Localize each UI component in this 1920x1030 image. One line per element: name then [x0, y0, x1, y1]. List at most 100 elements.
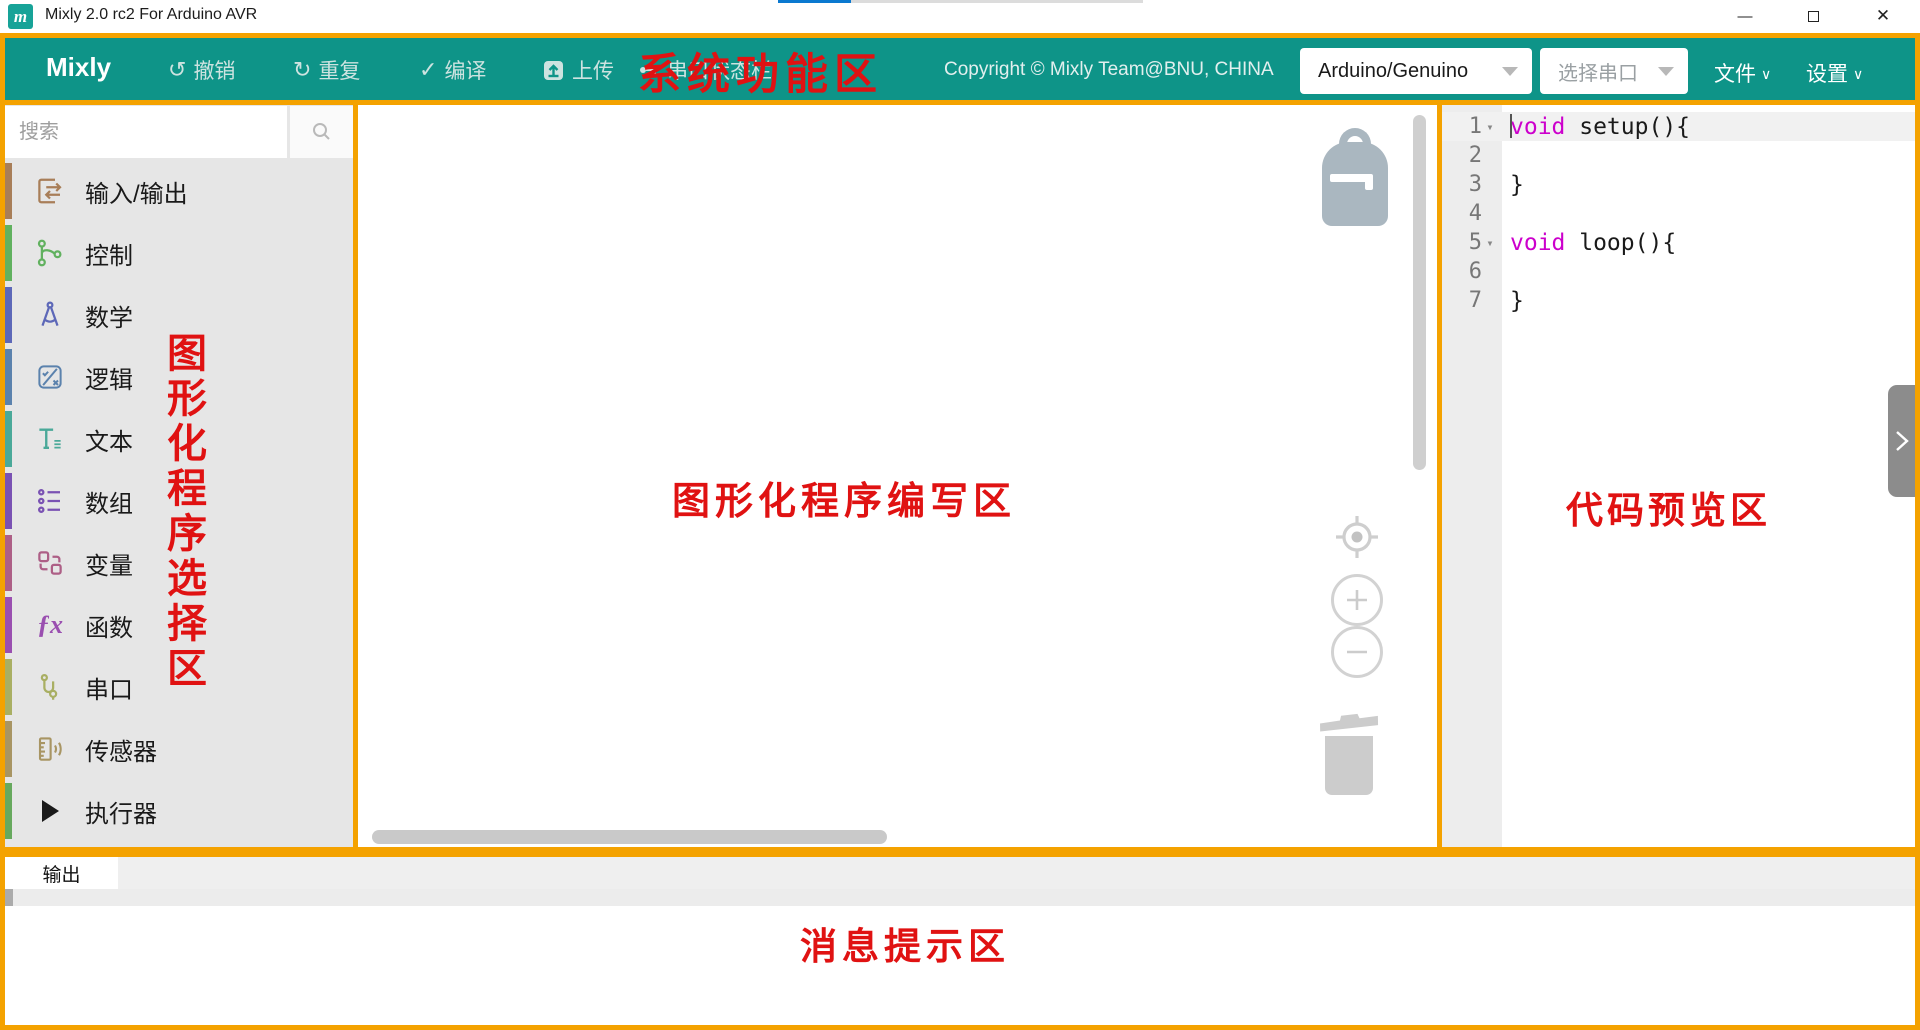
- file-menu-label: 文件: [1714, 58, 1756, 88]
- code-line: 2: [1442, 141, 1915, 170]
- sidebar-item-function[interactable]: ƒx 函数: [5, 594, 353, 656]
- category-color-bar: [5, 473, 12, 529]
- code-line: 4: [1442, 199, 1915, 228]
- sidebar-item-control[interactable]: 控制: [5, 222, 353, 284]
- panel-expander-handle[interactable]: [1888, 385, 1915, 497]
- upload-button[interactable]: 上传: [542, 55, 614, 85]
- category-color-bar: [5, 783, 12, 839]
- mixly-brand: Mixly: [46, 52, 111, 83]
- category-color-bar: [5, 535, 12, 591]
- undo-button[interactable]: ↺ 撤销: [168, 55, 235, 85]
- line-number: 1: [1442, 114, 1482, 139]
- serial-status-button[interactable]: 串口状态栏: [638, 55, 772, 85]
- maximize-button[interactable]: [1790, 0, 1836, 32]
- code-line: 3}: [1442, 170, 1915, 199]
- category-color-bar: [5, 163, 12, 219]
- board-select-dropdown[interactable]: Arduino/Genuino: [1300, 48, 1532, 94]
- sidebar-item-label: 输入/输出: [85, 174, 188, 209]
- category-color-bar: [5, 225, 12, 281]
- trash-icon[interactable]: [1316, 704, 1382, 798]
- fold-arrow-icon[interactable]: ▾: [1482, 120, 1498, 134]
- io-icon: [33, 174, 67, 208]
- text-cursor: [1510, 114, 1512, 138]
- undo-icon: ↺: [168, 59, 186, 81]
- search-input[interactable]: [5, 106, 287, 158]
- canvas-horizontal-scrollbar[interactable]: [372, 830, 887, 844]
- settings-menu[interactable]: 设置 ∨: [1806, 58, 1863, 88]
- line-number: 4: [1442, 201, 1482, 226]
- sidebar-item-label: 数组: [85, 484, 133, 519]
- code-line: 6: [1442, 257, 1915, 286]
- output-scroll-track: [5, 889, 1915, 906]
- redo-label: 重复: [318, 55, 360, 85]
- backpack-icon[interactable]: [1322, 128, 1388, 226]
- titlebar: m Mixly 2.0 rc2 For Arduino AVR — ✕: [0, 0, 1920, 33]
- code-preview-pane: 1▾void setup(){ 2 3} 4 5▾void loop(){ 6 …: [1442, 112, 1915, 315]
- fold-arrow-icon[interactable]: ▾: [1482, 236, 1498, 250]
- zoom-in-button[interactable]: [1331, 574, 1383, 626]
- settings-menu-label: 设置: [1806, 58, 1848, 88]
- redo-icon: ↻: [293, 59, 311, 81]
- output-scroll-thumb[interactable]: [5, 889, 13, 906]
- control-icon: [33, 236, 67, 270]
- crosshair-icon: [1334, 514, 1380, 560]
- sidebar-item-text[interactable]: 文本: [5, 408, 353, 470]
- serial-node-icon: [638, 59, 660, 81]
- chevron-right-icon: [1893, 428, 1911, 454]
- tab-output[interactable]: 输出: [5, 857, 118, 889]
- code-line: 1▾void setup(){: [1442, 112, 1915, 141]
- line-number: 2: [1442, 143, 1482, 168]
- upload-icon: [542, 59, 565, 82]
- math-icon: [33, 298, 67, 332]
- serial-status-label: 串口状态栏: [667, 55, 772, 85]
- block-category-list: 输入/输出 控制 数学: [5, 160, 353, 842]
- maximize-icon: [1808, 11, 1819, 22]
- canvas-vertical-scrollbar[interactable]: [1413, 115, 1426, 470]
- sidebar-item-array[interactable]: 数组: [5, 470, 353, 532]
- sidebar-item-io[interactable]: 输入/输出: [5, 160, 353, 222]
- chevron-down-icon: ∨: [1853, 66, 1863, 83]
- plus-icon: [1343, 586, 1371, 614]
- line-number: 3: [1442, 172, 1482, 197]
- undo-label: 撤销: [193, 55, 235, 85]
- compile-button[interactable]: ✓ 编译: [419, 55, 486, 85]
- chevron-down-icon: ∨: [1761, 66, 1771, 83]
- code-line: 5▾void loop(){: [1442, 228, 1915, 257]
- blockly-workspace-region[interactable]: [353, 100, 1442, 852]
- board-select-value: Arduino/Genuino: [1318, 60, 1468, 83]
- code-line: 7}: [1442, 286, 1915, 315]
- center-view-button[interactable]: [1334, 514, 1380, 560]
- sidebar-item-label: 数学: [85, 298, 133, 333]
- sidebar-item-label: 串口: [85, 670, 133, 705]
- zoom-out-button[interactable]: [1331, 626, 1383, 678]
- compile-label: 编译: [444, 55, 486, 85]
- sidebar-item-logic[interactable]: 逻辑: [5, 346, 353, 408]
- search-button[interactable]: [290, 106, 353, 158]
- sidebar-item-math[interactable]: 数学: [5, 284, 353, 346]
- sidebar-item-label: 函数: [85, 608, 133, 643]
- logic-icon: [33, 360, 67, 394]
- line-number: 5: [1442, 230, 1482, 255]
- sidebar-item-variable[interactable]: 变量: [5, 532, 353, 594]
- sidebar-item-serial[interactable]: 串口: [5, 656, 353, 718]
- window-title: Mixly 2.0 rc2 For Arduino AVR: [45, 6, 257, 24]
- close-button[interactable]: ✕: [1860, 0, 1906, 32]
- titlebar-progress-strip-gray: [851, 0, 1143, 3]
- variable-icon: [33, 546, 67, 580]
- actuator-expand-icon: [33, 794, 67, 828]
- sidebar-item-label: 传感器: [85, 732, 157, 767]
- category-color-bar: [5, 659, 12, 715]
- mixly-logo-icon: m: [8, 4, 33, 29]
- minimize-button[interactable]: —: [1722, 0, 1768, 32]
- file-menu[interactable]: 文件 ∨: [1714, 58, 1771, 88]
- redo-button[interactable]: ↻ 重复: [293, 55, 360, 85]
- port-select-dropdown[interactable]: 选择串口: [1540, 48, 1688, 94]
- category-color-bar: [5, 349, 12, 405]
- line-number: 7: [1442, 288, 1482, 313]
- titlebar-progress-strip-blue: [778, 0, 851, 3]
- sidebar-item-label: 变量: [85, 546, 133, 581]
- mixly-app-window: m Mixly 2.0 rc2 For Arduino AVR — ✕ Mixl…: [0, 0, 1920, 1030]
- sidebar-item-sensor[interactable]: 传感器: [5, 718, 353, 780]
- port-select-value: 选择串口: [1558, 57, 1638, 86]
- sidebar-item-actuator[interactable]: 执行器: [5, 780, 353, 842]
